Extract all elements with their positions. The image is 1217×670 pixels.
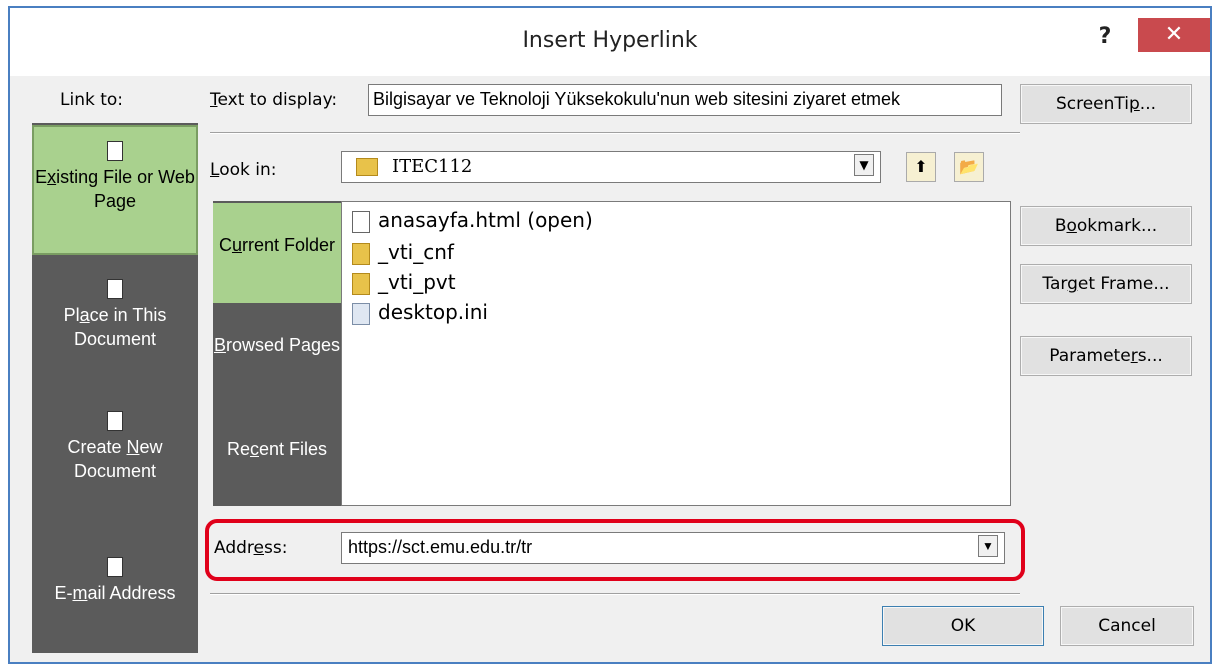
browse-web-button[interactable]: 📂 bbox=[954, 152, 984, 182]
link-to-panel: Existing File or Web Page Place in This … bbox=[32, 123, 198, 653]
tab-browsed-pages[interactable]: Browsed Pages bbox=[213, 333, 341, 403]
up-folder-button[interactable]: ⬆ bbox=[906, 152, 936, 182]
separator-bottom bbox=[210, 593, 1020, 595]
tab-recent-files[interactable]: Recent Files bbox=[213, 437, 341, 507]
look-in-select[interactable]: ITEC112 ▼ bbox=[341, 151, 881, 183]
file-icon bbox=[352, 210, 370, 233]
cancel-button[interactable]: Cancel bbox=[1060, 606, 1194, 646]
link-place-in-document[interactable]: Place in This Document bbox=[32, 273, 198, 383]
globe-doc-icon bbox=[105, 141, 125, 163]
list-item[interactable]: desktop.ini bbox=[352, 298, 488, 330]
email-icon bbox=[105, 557, 125, 579]
link-create-new-document[interactable]: Create New Document bbox=[32, 405, 198, 515]
tab-current-folder[interactable]: Current Folder bbox=[213, 203, 341, 303]
insert-hyperlink-dialog: Insert Hyperlink ? ✕ Link to: Existing F… bbox=[8, 6, 1212, 664]
up-folder-icon: ⬆ bbox=[914, 157, 928, 176]
sub-nav-panel: Current Folder Browsed Pages Recent File… bbox=[213, 201, 341, 506]
link-email-address[interactable]: E-mail Address bbox=[32, 551, 198, 641]
link-existing-file[interactable]: Existing File or Web Page bbox=[32, 125, 198, 255]
folder-icon bbox=[352, 242, 370, 265]
text-to-display-input[interactable]: Bilgisayar ve Teknoloji Yüksekokulu'nun … bbox=[368, 84, 1002, 116]
help-button[interactable]: ? bbox=[1090, 22, 1120, 52]
folder-icon bbox=[352, 272, 370, 295]
target-frame-button[interactable]: Target Frame... bbox=[1020, 264, 1192, 304]
chevron-down-icon[interactable]: ▼ bbox=[854, 154, 874, 176]
screentip-button[interactable]: ScreenTip... bbox=[1020, 84, 1192, 124]
open-folder-icon: 📂 bbox=[959, 157, 979, 176]
folder-icon bbox=[356, 158, 378, 176]
new-doc-icon bbox=[105, 411, 125, 433]
separator-top bbox=[210, 132, 1020, 134]
ok-button[interactable]: OK bbox=[882, 606, 1044, 646]
parameters-button[interactable]: Parameters... bbox=[1020, 336, 1192, 376]
file-list[interactable]: anasayfa.html (open) _vti_cnf _vti_pvt d… bbox=[341, 201, 1011, 506]
text-to-display-label: Text to display: bbox=[210, 90, 338, 110]
close-button[interactable]: ✕ bbox=[1138, 18, 1210, 52]
list-item[interactable]: anasayfa.html (open) bbox=[352, 206, 593, 238]
look-in-label: Look in: bbox=[210, 160, 277, 180]
dialog-title: Insert Hyperlink bbox=[522, 28, 698, 53]
list-item[interactable]: _vti_cnf bbox=[352, 238, 454, 270]
place-doc-icon bbox=[105, 279, 125, 301]
list-item[interactable]: _vti_pvt bbox=[352, 268, 456, 300]
address-highlight bbox=[205, 519, 1025, 581]
bookmark-button[interactable]: Bookmark... bbox=[1020, 206, 1192, 246]
title-bar: Insert Hyperlink ? ✕ bbox=[10, 8, 1210, 76]
link-to-label: Link to: bbox=[60, 90, 124, 110]
settings-file-icon bbox=[352, 302, 370, 325]
